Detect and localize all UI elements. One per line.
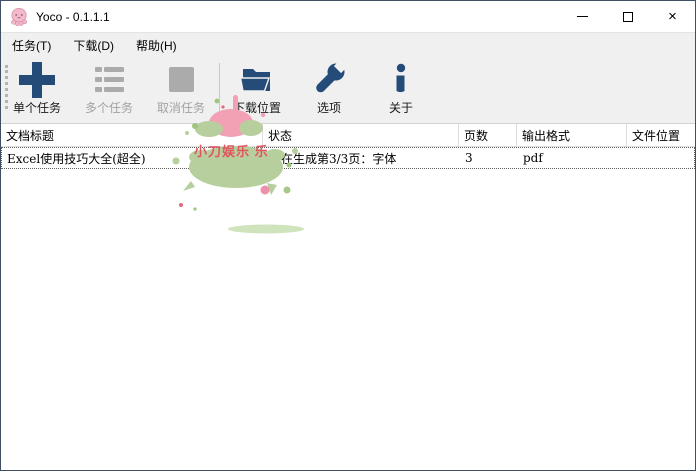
cell-format: pdf [518,151,628,165]
app-icon-octopus [9,7,29,27]
toolbar-button-label: 单个任务 [13,99,61,116]
menu-download[interactable]: 下载(D) [62,33,125,57]
maximize-icon [623,12,633,22]
toolbar-button-label: 选项 [317,99,341,116]
info-icon [384,62,418,98]
column-header-pages[interactable]: 页数 [459,124,517,146]
cell-pages: 3 [460,151,518,165]
wrench-icon [312,62,346,98]
menu-help-label: 帮助(H) [136,37,177,54]
column-header-location[interactable]: 文件位置 [627,124,695,146]
menu-bar: 任务(T) 下载(D) 帮助(H) [1,32,695,57]
minimize-button[interactable] [560,1,605,32]
window-title: Yoco - 0.1.1.1 [36,10,110,24]
stop-icon [164,62,198,98]
table-header: 文档标题 状态 页数 输出格式 文件位置 [1,124,695,147]
menu-task[interactable]: 任务(T) [1,33,62,57]
toolbar-button-single-task[interactable]: 单个任务 [1,62,73,116]
column-header-label: 文档标题 [6,127,54,144]
toolbar-button-options[interactable]: 选项 [293,62,365,116]
toolbar-button-cancel-task[interactable]: 取消任务 [145,62,217,116]
app-window: Yoco - 0.1.1.1 × 任务(T) 下载(D) 帮助(H) [0,0,696,471]
toolbar: 单个任务 多个任务 取消任务 [1,57,695,124]
menu-help[interactable]: 帮助(H) [125,33,188,57]
toolbar-gripper[interactable] [5,65,8,109]
toolbar-button-label: 取消任务 [157,99,205,116]
toolbar-button-multi-task[interactable]: 多个任务 [73,62,145,116]
minimize-icon [577,16,588,17]
title-bar[interactable]: Yoco - 0.1.1.1 × [1,1,695,32]
task-list-icon [92,62,126,98]
menu-task-label: 任务(T) [12,37,51,54]
open-folder-icon [239,62,275,98]
column-header-format[interactable]: 输出格式 [517,124,627,146]
window-controls: × [560,1,695,32]
column-header-label: 页数 [464,127,488,144]
column-header-status[interactable]: 状态 [263,124,459,146]
cell-status: 正在生成第3/3页：字体 [264,150,460,167]
toolbar-button-label: 关于 [389,99,413,116]
close-icon: × [668,9,677,24]
menu-download-label: 下载(D) [73,37,114,54]
column-header-label: 输出格式 [522,127,570,144]
column-header-label: 状态 [268,127,292,144]
maximize-button[interactable] [605,1,650,32]
close-button[interactable]: × [650,1,695,32]
toolbar-button-label: 下载位置 [233,99,281,116]
cell-doc-title: Excel使用技巧大全(超全) [2,150,264,167]
column-header-label: 文件位置 [632,127,680,144]
toolbar-button-about[interactable]: 关于 [365,62,437,116]
column-header-doc-title[interactable]: 文档标题 [1,124,263,146]
toolbar-button-label: 多个任务 [85,99,133,116]
toolbar-button-download-location[interactable]: 下载位置 [221,62,293,116]
table-row[interactable]: Excel使用技巧大全(超全) 正在生成第3/3页：字体 3 pdf [1,147,695,169]
plus-icon [19,62,55,98]
toolbar-separator [219,63,220,114]
